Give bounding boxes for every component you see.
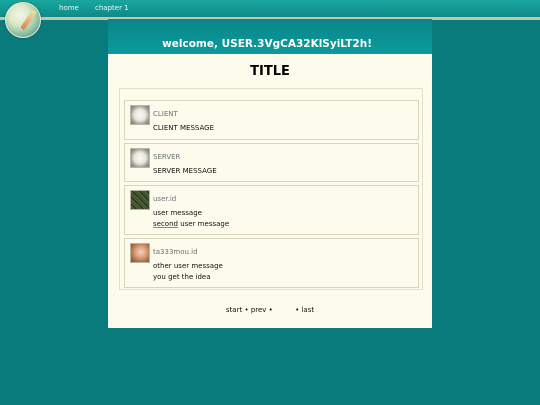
pager-prev-link[interactable]: prev [251,306,267,314]
pager-bullet: • [268,306,273,314]
message-sender[interactable]: CLIENT [153,110,178,118]
message-sender[interactable]: user.id [153,195,176,203]
main-panel: welcome, USER.3VgCA32KlSyiLT2h! TITLE CL… [108,19,432,328]
message-body: user message second user message [153,208,229,230]
message-body: CLIENT MESSAGE [153,123,214,134]
message-line: SERVER MESSAGE [153,167,217,175]
message-line: CLIENT MESSAGE [153,124,215,132]
top-nav-bar: home chapter 1 [0,0,540,20]
face-avatar-icon [130,243,150,263]
second-link[interactable]: second [153,220,178,228]
message-item: SERVER SERVER MESSAGE [124,143,419,182]
message-body: other user message you get the idea [153,261,223,283]
message-sender[interactable]: ta333mou.id [153,248,198,256]
nav-chapter-link[interactable]: chapter 1 [95,4,129,12]
panel-header: welcome, USER.3VgCA32KlSyiLT2h! [108,19,432,54]
message-line-rest: user message [177,220,230,228]
message-line: user message [153,209,202,217]
bot-avatar-icon [130,148,150,168]
message-body: SERVER MESSAGE [153,166,217,177]
logo-icon[interactable] [5,2,41,38]
pagination: start • prev • • last [108,306,432,314]
message-thread: CLIENT CLIENT MESSAGE SERVER SERVER MESS… [119,88,423,290]
photo-avatar-icon [130,190,150,210]
page-title: TITLE [250,64,290,79]
pager-start-link[interactable]: start [226,306,242,314]
message-sender[interactable]: SERVER [153,153,180,161]
message-line: other user message [153,262,223,270]
pager-bullet: • [295,306,300,314]
bot-avatar-icon [130,105,150,125]
logo-brush-icon [20,9,37,31]
message-item: ta333mou.id other user message you get t… [124,238,419,288]
pager-bullet: • [244,306,249,314]
message-item: user.id user message second user message [124,185,419,235]
pager-last-link[interactable]: last [301,306,314,314]
nav-home-link[interactable]: home [59,4,79,12]
message-item: CLIENT CLIENT MESSAGE [124,100,419,140]
welcome-text: welcome, USER.3VgCA32KlSyiLT2h! [162,38,372,50]
message-line: you get the idea [153,273,211,281]
message-line: second user message [153,219,229,230]
